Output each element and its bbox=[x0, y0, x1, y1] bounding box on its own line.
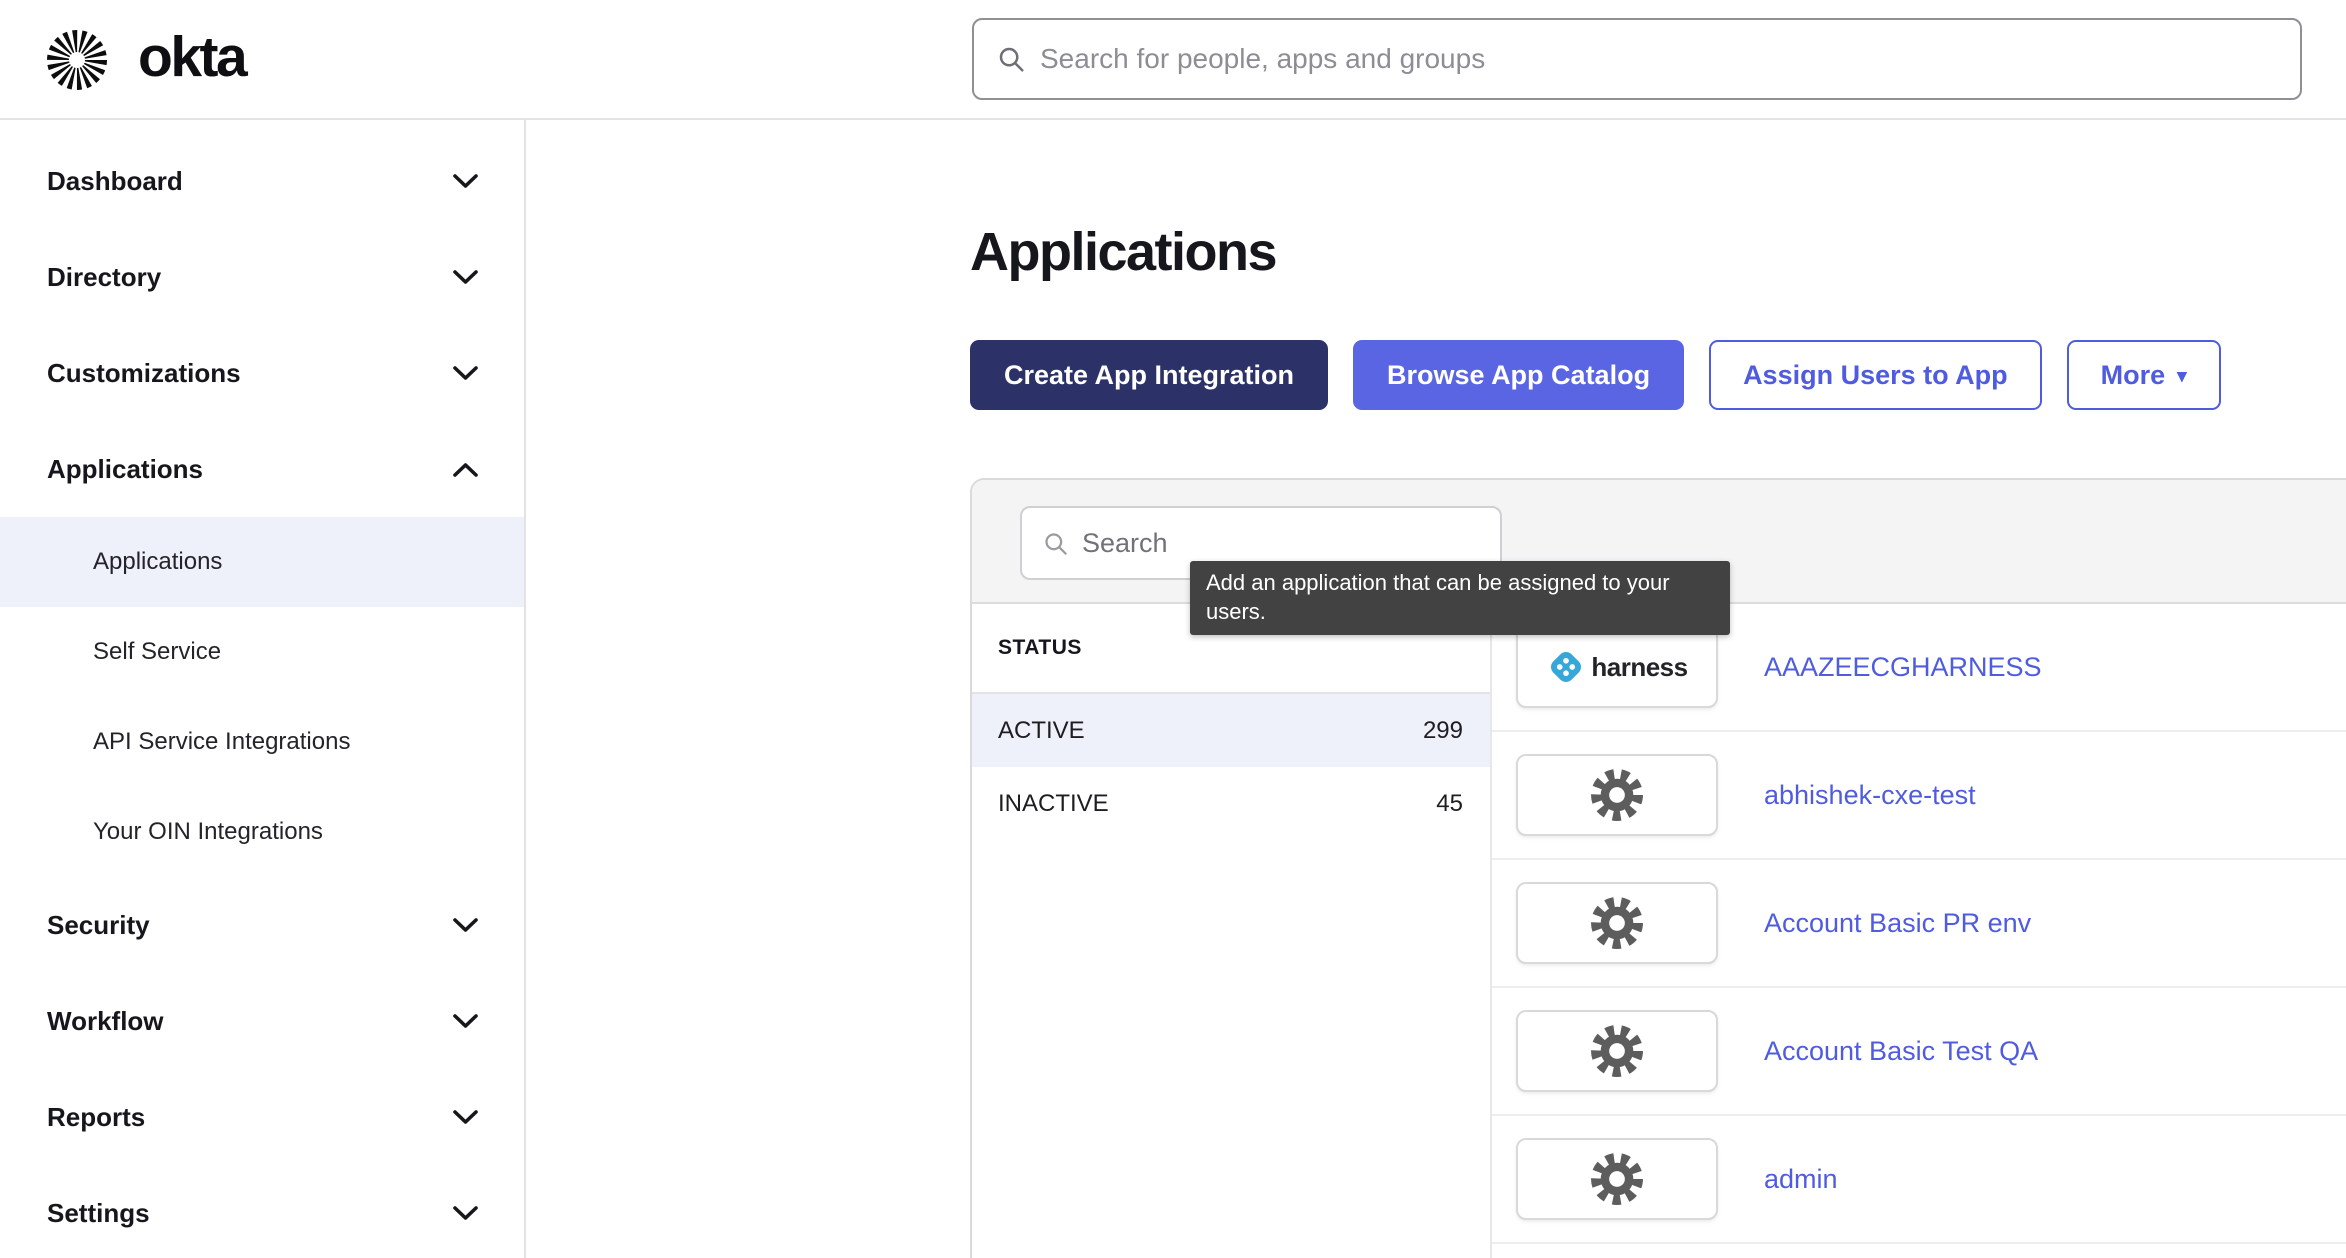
app-icon-tile bbox=[1516, 882, 1718, 964]
main-content: Applications Create App Integration Brow… bbox=[526, 120, 2346, 1258]
app-icon-tile bbox=[1516, 754, 1718, 836]
sidebar-item-settings[interactable]: Settings bbox=[0, 1165, 524, 1258]
sidebar-item-dashboard[interactable]: Dashboard bbox=[0, 133, 524, 229]
applications-panel: Add an application that can be assigned … bbox=[970, 478, 2346, 1258]
app-icon-tile bbox=[1516, 1010, 1718, 1092]
more-button[interactable]: More ▾ bbox=[2067, 340, 2221, 410]
search-icon bbox=[1042, 530, 1069, 557]
sidebar-subitem-your-oin-integrations[interactable]: Your OIN Integrations bbox=[0, 787, 524, 877]
sidebar-item-customizations[interactable]: Customizations bbox=[0, 325, 524, 421]
add-application-tooltip: Add an application that can be assigned … bbox=[1190, 561, 1730, 635]
action-buttons: Create App Integration Browse App Catalo… bbox=[970, 340, 2346, 410]
caret-down-icon: ▾ bbox=[2177, 365, 2187, 388]
status-label: ACTIVE bbox=[998, 717, 1085, 745]
app-link[interactable]: admin bbox=[1764, 1164, 1838, 1195]
sidebar-item-directory[interactable]: Directory bbox=[0, 229, 524, 325]
status-filter-active[interactable]: ACTIVE 299 bbox=[972, 694, 1490, 767]
app-row: Account Basic Test QA bbox=[1492, 988, 2346, 1116]
chevron-down-icon bbox=[452, 365, 479, 382]
sidebar-item-reports[interactable]: Reports bbox=[0, 1069, 524, 1165]
app-icon-tile bbox=[1516, 1138, 1718, 1220]
app-search-input[interactable] bbox=[1082, 528, 1500, 559]
status-count: 45 bbox=[1436, 790, 1463, 818]
sidebar-item-workflow[interactable]: Workflow bbox=[0, 973, 524, 1069]
chevron-down-icon bbox=[452, 173, 479, 190]
chevron-up-icon bbox=[452, 461, 479, 478]
gear-icon bbox=[1588, 894, 1646, 952]
chevron-down-icon bbox=[452, 917, 479, 934]
chevron-down-icon bbox=[452, 1109, 479, 1126]
gear-icon bbox=[1588, 766, 1646, 824]
sidebar-item-applications[interactable]: Applications bbox=[0, 421, 524, 517]
global-search[interactable] bbox=[972, 18, 2302, 100]
sidebar-item-security[interactable]: Security bbox=[0, 877, 524, 973]
sidebar-subitem-applications[interactable]: Applications bbox=[0, 517, 524, 607]
app-list: harness AAAZEECGHARNESS bbox=[1492, 604, 2346, 1258]
app-row: Account Basic PR env bbox=[1492, 860, 2346, 988]
page-title: Applications bbox=[970, 222, 2346, 282]
chevron-down-icon bbox=[452, 269, 479, 286]
harness-logo-icon: harness bbox=[1546, 647, 1687, 687]
status-filter-column: STATUS ACTIVE 299 INACTIVE 45 bbox=[972, 604, 1492, 1258]
sidebar-subitem-self-service[interactable]: Self Service bbox=[0, 607, 524, 697]
chevron-down-icon bbox=[452, 1013, 479, 1030]
search-icon bbox=[996, 44, 1026, 74]
assign-users-to-app-button[interactable]: Assign Users to App bbox=[1709, 340, 2042, 410]
okta-logo[interactable]: okta bbox=[45, 28, 245, 92]
okta-wordmark: okta bbox=[138, 24, 245, 90]
browse-app-catalog-button[interactable]: Browse App Catalog bbox=[1353, 340, 1684, 410]
app-link[interactable]: abhishek-cxe-test bbox=[1764, 780, 1976, 811]
status-count: 299 bbox=[1423, 717, 1463, 745]
chevron-down-icon bbox=[452, 1205, 479, 1222]
sidebar: Dashboard Directory Customizations Appli… bbox=[0, 120, 526, 1258]
app-icon-tile: harness bbox=[1516, 626, 1718, 708]
harness-logo-text: harness bbox=[1591, 652, 1687, 683]
okta-starburst-icon bbox=[45, 28, 109, 92]
create-app-integration-button[interactable]: Create App Integration bbox=[970, 340, 1328, 410]
gear-icon bbox=[1588, 1150, 1646, 1208]
sidebar-subitem-api-service-integrations[interactable]: API Service Integrations bbox=[0, 697, 524, 787]
app-row: abhishek-cxe-test bbox=[1492, 732, 2346, 860]
app-row: admin bbox=[1492, 1116, 2346, 1244]
app-link[interactable]: AAAZEECGHARNESS bbox=[1764, 652, 2042, 683]
topbar: okta bbox=[0, 0, 2346, 120]
app-link[interactable]: Account Basic PR env bbox=[1764, 908, 2031, 939]
gear-icon bbox=[1588, 1022, 1646, 1080]
global-search-input[interactable] bbox=[1040, 43, 2300, 75]
panel-body: STATUS ACTIVE 299 INACTIVE 45 bbox=[972, 604, 2346, 1258]
status-filter-inactive[interactable]: INACTIVE 45 bbox=[972, 767, 1490, 840]
app-link[interactable]: Account Basic Test QA bbox=[1764, 1036, 2038, 1067]
status-label: INACTIVE bbox=[998, 790, 1109, 818]
panel-header: Add an application that can be assigned … bbox=[972, 480, 2346, 604]
